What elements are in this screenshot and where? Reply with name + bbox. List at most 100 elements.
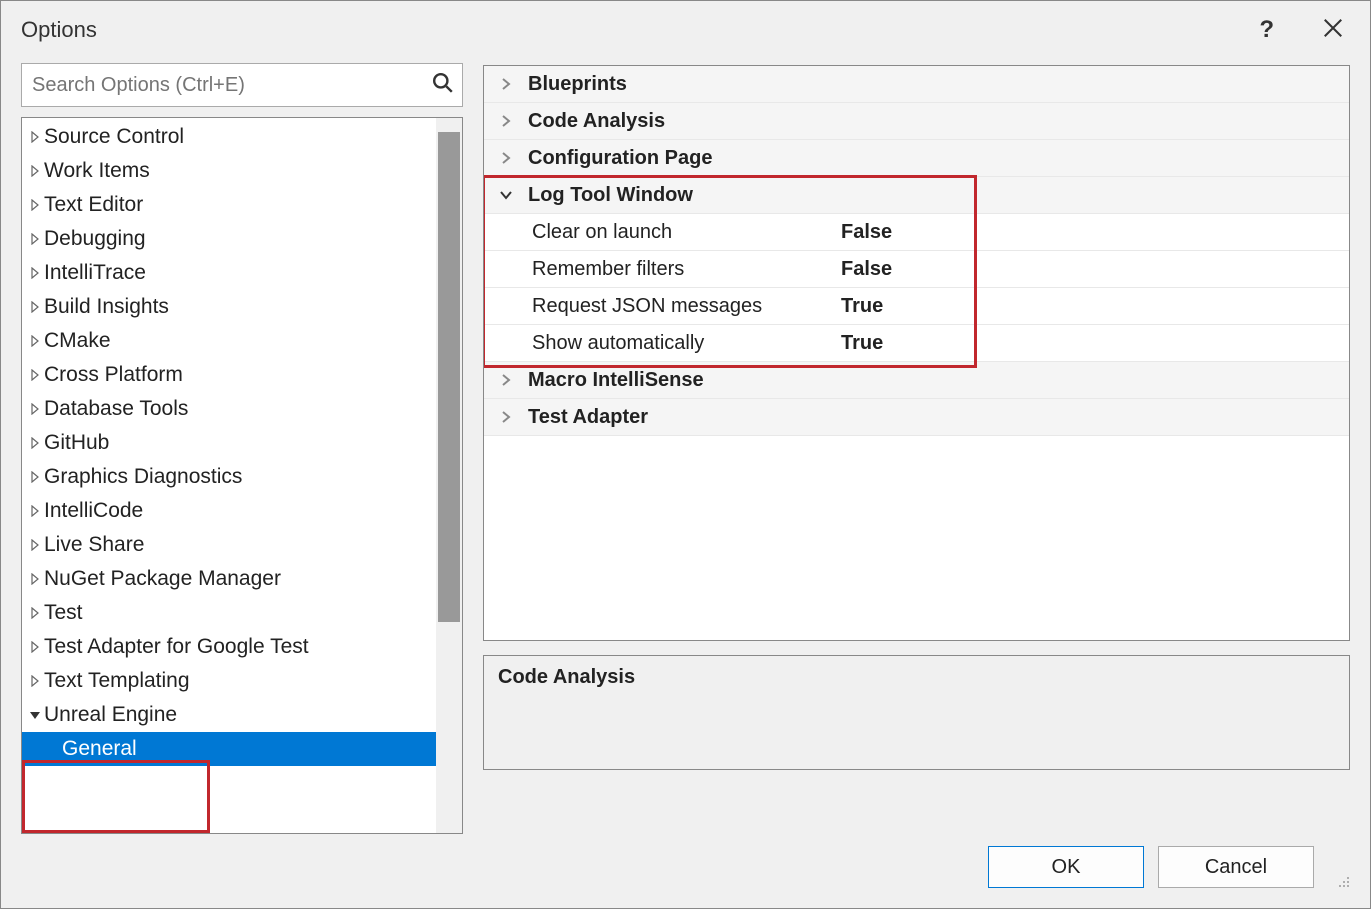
dialog-title: Options [21,17,1247,43]
right-panel: Blueprints Code Analysis Configuration P… [483,63,1350,834]
chevron-right-icon [28,131,42,143]
tree-item-cmake[interactable]: CMake [22,324,436,358]
prop-category-label: Blueprints [528,73,627,96]
tree-label: Text Editor [44,193,143,217]
close-button[interactable] [1314,17,1352,44]
search-icon[interactable] [432,72,454,99]
tree-label: Source Control [44,125,184,149]
prop-value[interactable]: False [841,258,892,281]
tree-label: Unreal Engine [44,703,177,727]
chevron-right-icon [28,233,42,245]
tree-item-test[interactable]: Test [22,596,436,630]
prop-label: Remember filters [484,258,841,281]
description-panel: Code Analysis [483,655,1350,770]
tree-label: CMake [44,329,111,353]
tree-label: Build Insights [44,295,169,319]
tree-label: IntelliCode [44,499,143,523]
tree-label: Text Templating [44,669,190,693]
chevron-right-icon [28,539,42,551]
tree-item-general[interactable]: General [22,732,436,766]
tree-item-nuget[interactable]: NuGet Package Manager [22,562,436,596]
chevron-right-icon [484,410,528,424]
description-title: Code Analysis [498,666,635,688]
resize-grip-icon[interactable] [1334,872,1350,888]
chevron-right-icon [28,573,42,585]
prop-label: Clear on launch [484,221,841,244]
scrollbar[interactable] [436,118,462,833]
category-tree: Source Control Work Items Text Editor [21,117,463,834]
tree-label: GitHub [44,431,109,455]
chevron-right-icon [28,471,42,483]
tree-item-intellitrace[interactable]: IntelliTrace [22,256,436,290]
prop-item-clear-on-launch[interactable]: Clear on launch False [484,214,1349,251]
close-icon [1322,17,1344,39]
search-input[interactable] [32,74,432,97]
tree-item-text-templating[interactable]: Text Templating [22,664,436,698]
prop-category-label: Code Analysis [528,110,665,133]
tree-label: Work Items [44,159,150,183]
chevron-right-icon [484,114,528,128]
tree-item-source-control[interactable]: Source Control [22,120,436,154]
chevron-down-icon [484,188,528,202]
footer: OK Cancel [1,834,1370,908]
tree-list[interactable]: Source Control Work Items Text Editor [22,118,436,833]
cancel-button[interactable]: Cancel [1158,846,1314,888]
chevron-right-icon [28,199,42,211]
prop-category-configuration-page[interactable]: Configuration Page [484,140,1349,177]
prop-category-label: Log Tool Window [528,184,693,207]
chevron-right-icon [28,505,42,517]
prop-value[interactable]: True [841,295,883,318]
search-box[interactable] [21,63,463,107]
property-grid: Blueprints Code Analysis Configuration P… [483,65,1350,641]
prop-category-label: Test Adapter [528,406,648,429]
tree-label: IntelliTrace [44,261,146,285]
chevron-right-icon [28,369,42,381]
tree-label: Live Share [44,533,144,557]
prop-label: Show automatically [484,332,841,355]
scrollbar-thumb[interactable] [438,132,460,622]
help-button[interactable]: ? [1247,16,1286,44]
tree-item-work-items[interactable]: Work Items [22,154,436,188]
options-dialog: Options ? Source Control [0,0,1371,909]
tree-label: Debugging [44,227,146,251]
ok-button[interactable]: OK [988,846,1144,888]
chevron-right-icon [28,403,42,415]
tree-item-database-tools[interactable]: Database Tools [22,392,436,426]
prop-value[interactable]: True [841,332,883,355]
chevron-right-icon [484,373,528,387]
chevron-right-icon [28,301,42,313]
tree-item-graphics-diagnostics[interactable]: Graphics Diagnostics [22,460,436,494]
tree-item-debugging[interactable]: Debugging [22,222,436,256]
tree-item-build-insights[interactable]: Build Insights [22,290,436,324]
tree-item-cross-platform[interactable]: Cross Platform [22,358,436,392]
tree-label: Database Tools [44,397,188,421]
prop-category-label: Macro IntelliSense [528,369,704,392]
log-tool-section: Log Tool Window Clear on launch False Re… [484,177,1349,362]
tree-label: General [62,737,137,761]
tree-item-unreal-engine[interactable]: Unreal Engine [22,698,436,732]
tree-item-github[interactable]: GitHub [22,426,436,460]
tree-item-test-adapter-google[interactable]: Test Adapter for Google Test [22,630,436,664]
chevron-down-icon [28,709,42,721]
tree-item-live-share[interactable]: Live Share [22,528,436,562]
prop-category-test-adapter[interactable]: Test Adapter [484,399,1349,436]
tree-item-text-editor[interactable]: Text Editor [22,188,436,222]
prop-category-macro-intellisense[interactable]: Macro IntelliSense [484,362,1349,399]
tree-item-intellicode[interactable]: IntelliCode [22,494,436,528]
prop-item-request-json[interactable]: Request JSON messages True [484,288,1349,325]
left-panel: Source Control Work Items Text Editor [21,63,463,834]
prop-value[interactable]: False [841,221,892,244]
tree-label: Cross Platform [44,363,183,387]
prop-label: Request JSON messages [484,295,841,318]
titlebar: Options ? [1,1,1370,59]
prop-category-code-analysis[interactable]: Code Analysis [484,103,1349,140]
prop-item-show-automatically[interactable]: Show automatically True [484,325,1349,362]
prop-category-log-tool-window[interactable]: Log Tool Window [484,177,1349,214]
chevron-right-icon [28,165,42,177]
tree-label: Graphics Diagnostics [44,465,242,489]
tree-label: Test [44,601,83,625]
chevron-right-icon [28,675,42,687]
prop-item-remember-filters[interactable]: Remember filters False [484,251,1349,288]
prop-category-blueprints[interactable]: Blueprints [484,66,1349,103]
chevron-right-icon [28,641,42,653]
